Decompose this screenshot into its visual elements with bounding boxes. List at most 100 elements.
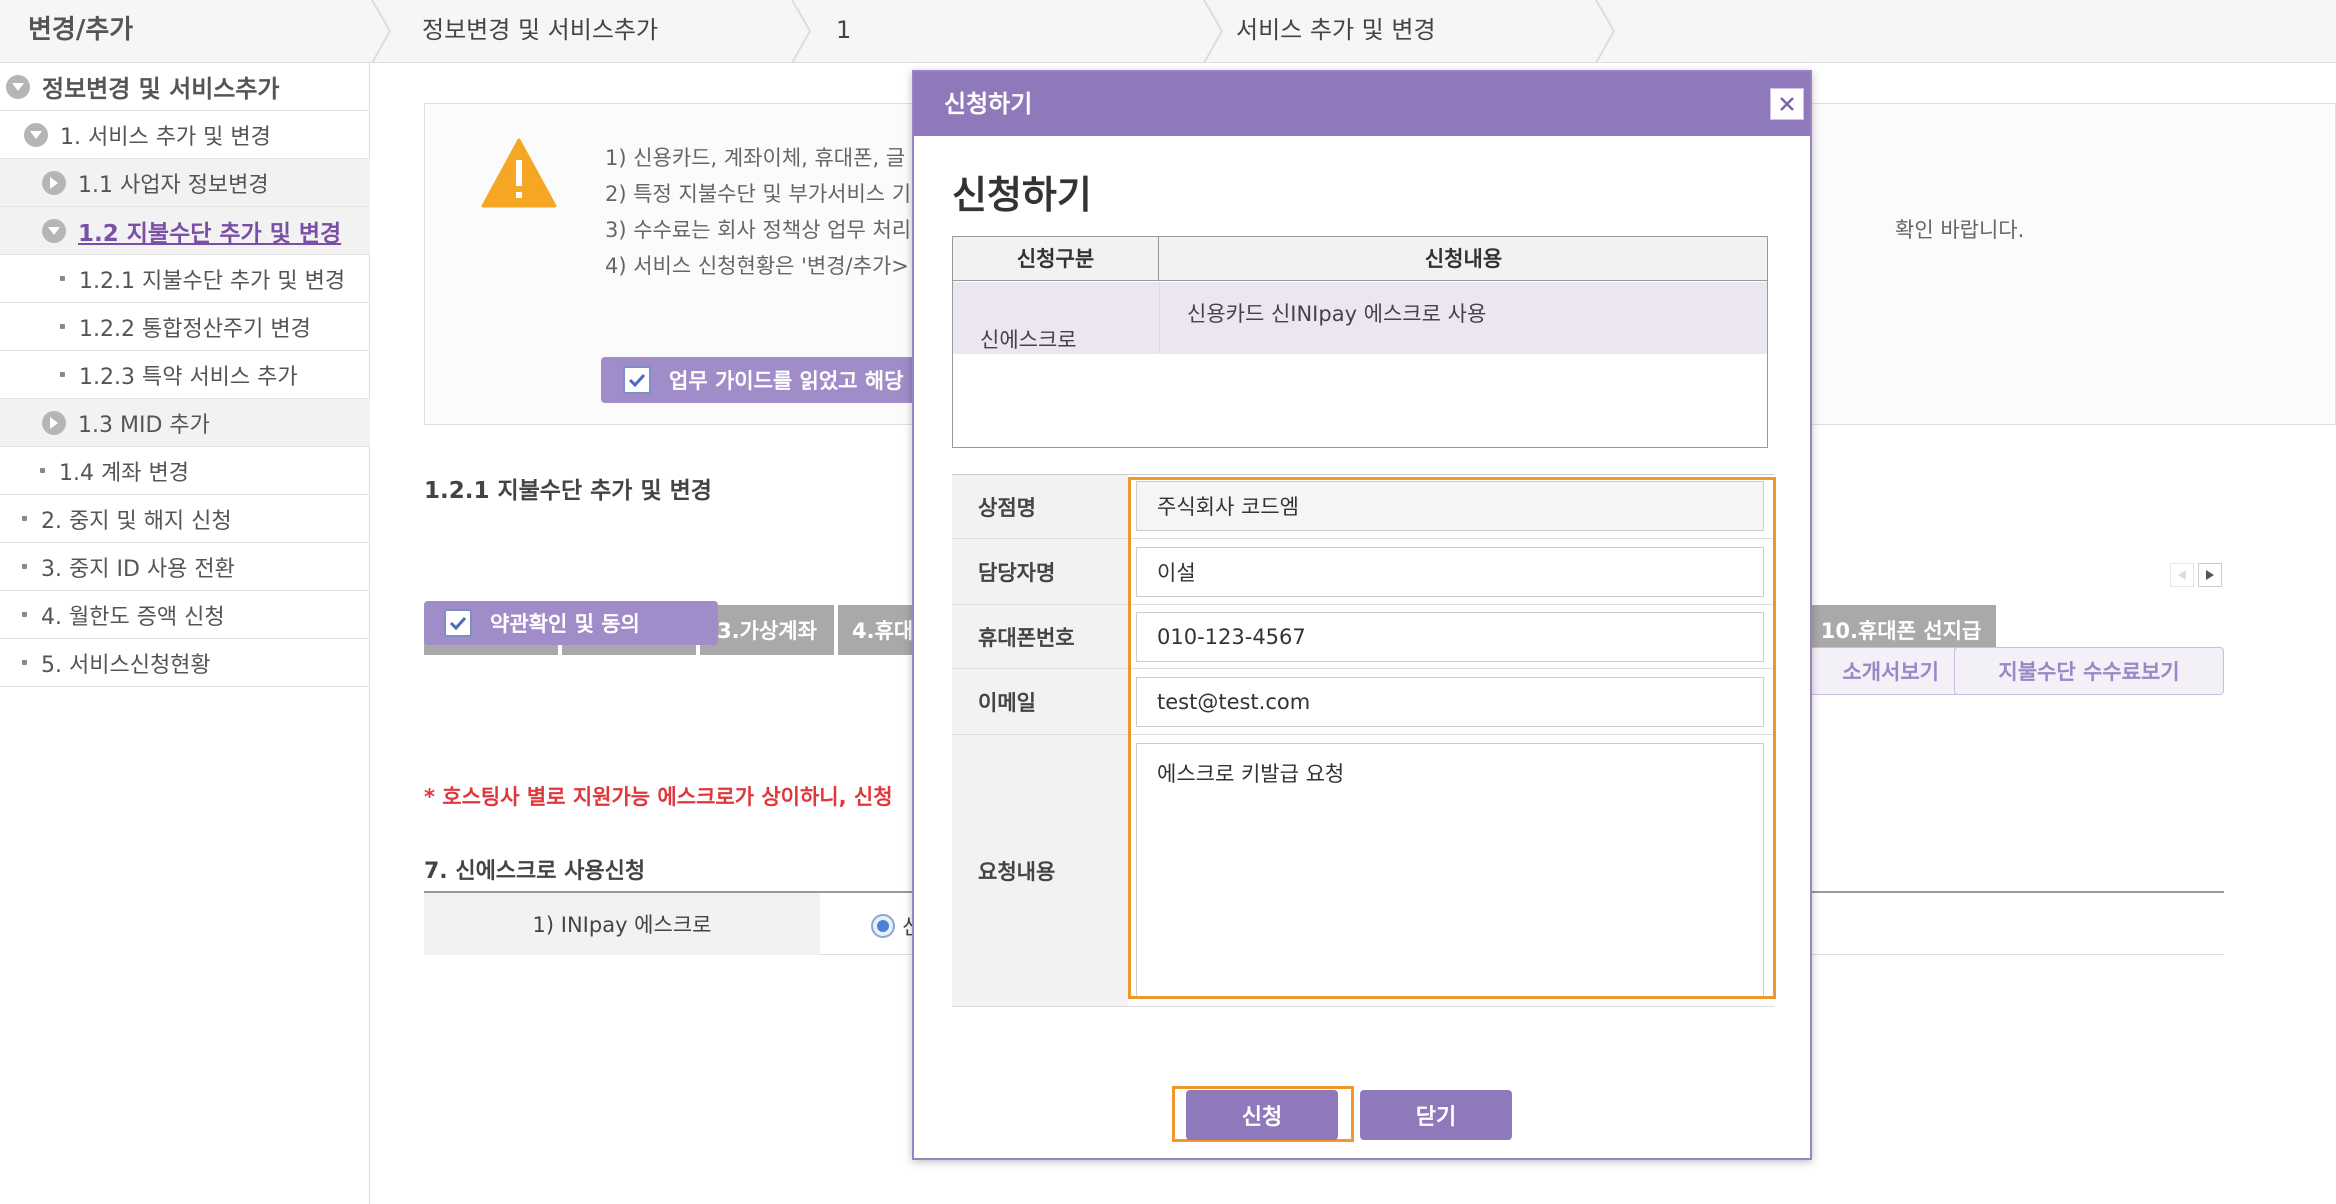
apply-table-header: 신청구분 신청내용 (953, 237, 1767, 281)
store-name-field: 주식회사 코드엠 (1136, 481, 1764, 531)
escrow-section-title: 7. 신에스크로 사용신청 (424, 859, 646, 884)
sidebar-item-mid-add[interactable]: 1.3 MID 추가 (0, 399, 370, 447)
bullet-icon (40, 468, 45, 473)
breadcrumb-level1[interactable]: 정보변경 및 서비스추가 (422, 0, 658, 62)
apply-form: 상점명 주식회사 코드엠 담당자명 이설 휴대폰번호 010-123-4567 … (952, 474, 1776, 1007)
close-icon (1780, 97, 1794, 111)
request-textarea[interactable]: 에스크로 키발급 요청 (1136, 743, 1764, 999)
modal-header-title: 신청하기 (944, 90, 1033, 118)
sidebar-item-label: 1.2.3 특약 서비스 추가 (79, 364, 298, 390)
modal-close-button[interactable] (1770, 88, 1804, 120)
apply-row-divider (1159, 282, 1160, 354)
bullet-icon (22, 564, 27, 569)
guide-line-1: 1) 신용카드, 계좌이체, 휴대폰, 글 (605, 146, 906, 170)
apply-row-type: 신에스크로 (980, 328, 1077, 352)
terms-agree-label: 약관확인 및 동의 (490, 612, 640, 636)
breadcrumb-separator-icon (1203, 0, 1224, 63)
chevron-left-icon (2178, 570, 2186, 580)
apply-modal: 신청하기 신청하기 신청구분 신청내용 신에스크로 신용카드 신INIpay 에… (912, 70, 1812, 1160)
email-field[interactable]: test@test.com (1136, 677, 1764, 727)
tab-prev-arrow[interactable] (2170, 563, 2194, 587)
radio-selected-icon (871, 914, 895, 938)
sidebar-item-label: 1. 서비스 추가 및 변경 (60, 124, 271, 150)
checkbox-checked-icon (444, 609, 472, 637)
breadcrumb-separator-icon (371, 0, 392, 63)
warning-icon (481, 138, 557, 208)
breadcrumb-level2[interactable]: 1 (836, 0, 851, 62)
sidebar-item-service-status[interactable]: 5. 서비스신청현황 (0, 639, 370, 687)
breadcrumb-separator-icon (791, 0, 812, 63)
sidebar-item-payment-method[interactable]: 1.2 지불수단 추가 및 변경 (0, 207, 370, 255)
guide-agree-checkbox[interactable]: 업무 가이드를 읽었고 해당 (601, 357, 961, 403)
phone-label: 휴대폰번호 (952, 605, 1128, 669)
bullet-icon (22, 660, 27, 665)
breadcrumb-separator-icon (1595, 0, 1616, 63)
guide-line-3: 3) 수수료는 회사 정책상 업무 처리 (605, 218, 912, 242)
terms-agree-checkbox[interactable]: 약관확인 및 동의 (424, 601, 718, 645)
bullet-icon (60, 324, 65, 329)
guide-line-2: 2) 특정 지불수단 및 부가서비스 기 (605, 182, 912, 206)
chevron-down-icon (42, 218, 66, 243)
fee-view-button[interactable]: 지불수단 수수료보기 (1954, 647, 2224, 695)
tab-virtual-account[interactable]: 3.가상계좌 (700, 605, 834, 655)
breadcrumb-level3[interactable]: 서비스 추가 및 변경 (1236, 0, 1436, 62)
guide-agree-label: 업무 가이드를 읽었고 해당 (669, 369, 904, 393)
escrow-row-label-cell: 1) INIpay 에스크로 (424, 893, 820, 955)
modal-header: 신청하기 (914, 72, 1810, 136)
sidebar-root-label: 정보변경 및 서비스추가 (42, 75, 280, 103)
sidebar-item-label: 1.2 지불수단 추가 및 변경 (78, 220, 342, 247)
table-row: 신에스크로 신용카드 신INIpay 에스크로 사용 (953, 282, 1767, 354)
request-label: 요청내용 (952, 735, 1128, 1007)
chevron-right-icon (2206, 570, 2214, 580)
manager-name-label: 담당자명 (952, 539, 1128, 605)
sidebar-item-service-add[interactable]: 1. 서비스 추가 및 변경 (0, 111, 370, 159)
sidebar-item-label: 1.4 계좌 변경 (59, 460, 189, 486)
tab-next-arrow[interactable] (2198, 563, 2222, 587)
checkbox-checked-icon (623, 366, 651, 394)
store-name-label: 상점명 (952, 475, 1128, 539)
guide-line-3-tail: 확인 바랍니다. (1895, 218, 2025, 242)
chevron-down-icon (24, 122, 48, 147)
sidebar-item-label: 1.2.1 지불수단 추가 및 변경 (79, 268, 346, 294)
sidebar-item-payment-add[interactable]: 1.2.1 지불수단 추가 및 변경 (0, 255, 370, 303)
sidebar-item-label: 3. 중지 ID 사용 전환 (41, 556, 235, 582)
escrow-row-label: 1) INIpay 에스크로 (532, 913, 712, 937)
breadcrumb: 변경/추가 정보변경 및 서비스추가 1 서비스 추가 및 변경 (0, 0, 2336, 63)
sidebar-item-suspend[interactable]: 2. 중지 및 해지 신청 (0, 495, 370, 543)
sidebar-item-label: 1.3 MID 추가 (78, 412, 210, 438)
bullet-icon (60, 372, 65, 377)
apply-table: 신청구분 신청내용 신에스크로 신용카드 신INIpay 에스크로 사용 (952, 236, 1768, 448)
apply-col-content: 신청내용 (1424, 247, 1503, 271)
close-button[interactable]: 닫기 (1360, 1090, 1512, 1140)
sidebar-item-label: 5. 서비스신청현황 (41, 652, 211, 678)
breadcrumb-home[interactable]: 변경/추가 (28, 0, 133, 62)
sidebar-item-limit-increase[interactable]: 4. 월한도 증액 신청 (0, 591, 370, 639)
chevron-down-icon (6, 74, 30, 99)
sidebar-root[interactable]: 정보변경 및 서비스추가 (0, 63, 370, 111)
sidebar-item-business-info[interactable]: 1.1 사업자 정보변경 (0, 159, 370, 207)
bullet-icon (22, 612, 27, 617)
sidebar-item-id-switch[interactable]: 3. 중지 ID 사용 전환 (0, 543, 370, 591)
sidebar-item-account-change[interactable]: 1.4 계좌 변경 (0, 447, 370, 495)
sidebar-item-label: 1.2.2 통합정산주기 변경 (79, 316, 311, 342)
sidebar-item-settlement-cycle[interactable]: 1.2.2 통합정산주기 변경 (0, 303, 370, 351)
chevron-right-icon (42, 170, 66, 195)
apply-col-type: 신청구분 (953, 237, 1159, 281)
modal-title: 신청하기 (952, 173, 1092, 217)
chevron-right-icon (42, 410, 66, 435)
email-label: 이메일 (952, 669, 1128, 735)
sidebar-item-special-service[interactable]: 1.2.3 특약 서비스 추가 (0, 351, 370, 399)
apply-row-content: 신용카드 신INIpay 에스크로 사용 (1187, 302, 1487, 326)
phone-field[interactable]: 010-123-4567 (1136, 612, 1764, 662)
bullet-icon (60, 276, 65, 281)
sidebar: 정보변경 및 서비스추가 1. 서비스 추가 및 변경 1.1 사업자 정보변경… (0, 63, 370, 1204)
sidebar-item-label: 1.1 사업자 정보변경 (78, 172, 269, 198)
submit-button[interactable]: 신청 (1186, 1090, 1338, 1140)
sidebar-item-label: 4. 월한도 증액 신청 (41, 604, 225, 630)
bullet-icon (22, 516, 27, 521)
hosting-notice: * 호스팅사 별로 지원가능 에스크로가 상이하니, 신청 (424, 785, 893, 809)
section-title: 1.2.1 지불수단 추가 및 변경 (424, 478, 712, 504)
manager-name-field[interactable]: 이설 (1136, 547, 1764, 597)
tab-mobile[interactable]: 4.휴대 (838, 605, 918, 655)
sidebar-item-label: 2. 중지 및 해지 신청 (41, 508, 232, 534)
